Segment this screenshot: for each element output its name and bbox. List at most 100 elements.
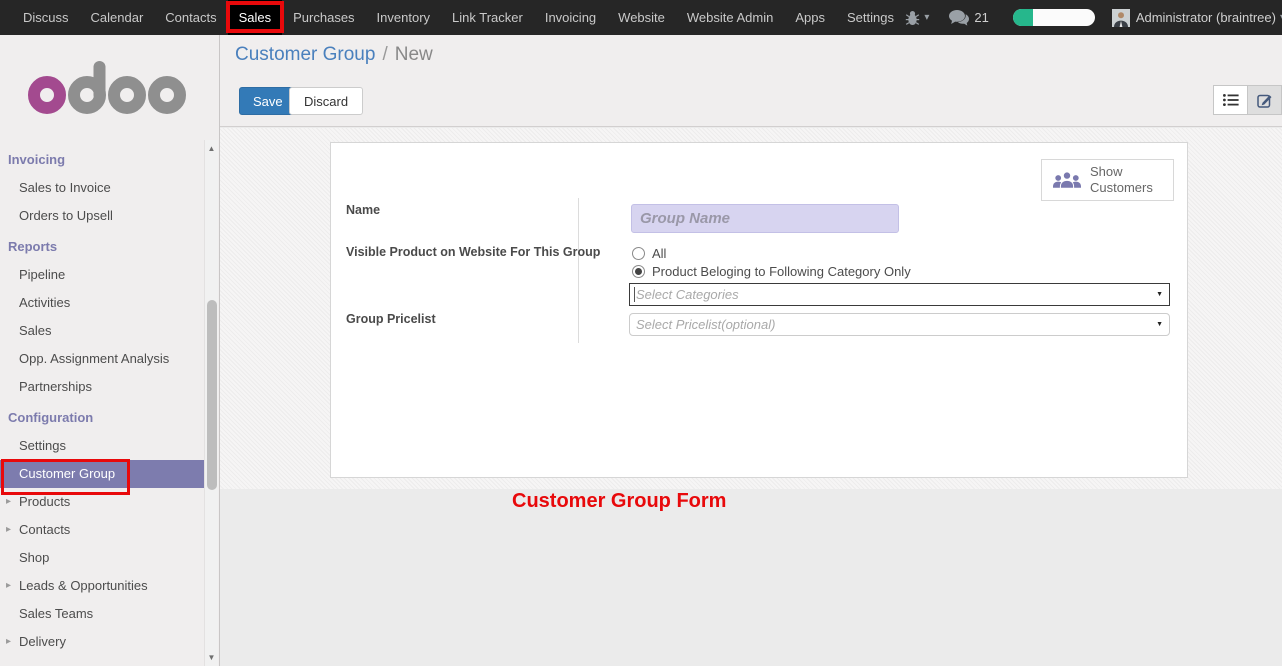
caret-right-icon: ▸ bbox=[6, 628, 11, 656]
radio-option-category[interactable]: Product Beloging to Following Category O… bbox=[632, 264, 911, 279]
sidebar-heading-configuration: Configuration bbox=[0, 404, 204, 432]
radio-category-label: Product Beloging to Following Category O… bbox=[652, 264, 911, 279]
sidebar-item-activities[interactable]: Activities bbox=[0, 289, 204, 317]
caret-right-icon: ▸ bbox=[6, 488, 11, 516]
control-panel: Customer Group / New Save Discard bbox=[220, 35, 1282, 127]
show-customers-label: Show Customers bbox=[1090, 164, 1160, 197]
sidebar-item-label: Products bbox=[19, 494, 70, 509]
sidebar-menu: InvoicingSales to Invoice Orders to Upsel… bbox=[0, 143, 204, 656]
nav-item-invoicing[interactable]: Invoicing bbox=[534, 0, 607, 35]
main-area: Customer Group / New Save Discard bbox=[220, 35, 1282, 666]
group-pricelist-label: Group Pricelist bbox=[346, 312, 436, 326]
breadcrumb: Customer Group / New bbox=[235, 44, 433, 66]
sidebar-item-label: Settings bbox=[19, 438, 66, 453]
progress-pill-fill bbox=[1013, 9, 1033, 26]
debug-bug-icon[interactable] bbox=[905, 10, 920, 26]
sidebar-item-partnerships[interactable]: Partnerships bbox=[0, 373, 204, 401]
form-view-background: Show Customers Name Visible Product on W… bbox=[220, 128, 1282, 489]
sidebar-item-orders-to-upsell[interactable]: Orders to Upsell bbox=[0, 202, 204, 230]
sidebar-item-sales[interactable]: Sales bbox=[0, 317, 204, 345]
sidebar-item-label: Contacts bbox=[19, 522, 70, 537]
list-view-icon bbox=[1223, 94, 1239, 106]
visible-product-label: Visible Product on Website For This Grou… bbox=[346, 245, 600, 259]
progress-pill[interactable] bbox=[1013, 9, 1095, 26]
breadcrumb-parent[interactable]: Customer Group bbox=[235, 44, 375, 65]
label-column-separator bbox=[578, 198, 579, 343]
sidebar-item-delivery[interactable]: ▸ Delivery bbox=[0, 628, 204, 656]
nav-item-settings[interactable]: Settings bbox=[836, 0, 905, 35]
scrollbar-thumb[interactable] bbox=[207, 300, 217, 490]
sidebar-item-shop[interactable]: Shop bbox=[0, 544, 204, 572]
scroll-down-arrow-icon[interactable]: ▼ bbox=[205, 653, 218, 662]
sidebar-item-label: Partnerships bbox=[19, 379, 92, 394]
list-view-button[interactable] bbox=[1213, 85, 1248, 115]
caret-down-icon[interactable]: ▾ bbox=[924, 12, 929, 23]
breadcrumb-current: New bbox=[395, 44, 433, 65]
save-button[interactable]: Save bbox=[239, 87, 297, 115]
outer-background: Customer Group Form bbox=[220, 489, 1282, 666]
caret-down-icon: ▼ bbox=[1156, 291, 1163, 298]
group-name-input[interactable] bbox=[631, 204, 899, 233]
odoo-logo bbox=[20, 57, 195, 132]
show-customers-button[interactable]: Show Customers bbox=[1041, 159, 1174, 201]
form-view-button[interactable] bbox=[1247, 85, 1282, 115]
radio-category-circle[interactable] bbox=[632, 265, 645, 278]
sidebar: InvoicingSales to Invoice Orders to Upsel… bbox=[0, 35, 220, 666]
avatar[interactable] bbox=[1112, 9, 1130, 27]
caret-right-icon: ▸ bbox=[6, 516, 11, 544]
discard-button[interactable]: Discard bbox=[289, 87, 363, 115]
chat-bubbles-icon bbox=[949, 10, 969, 26]
form-sheet: Show Customers Name Visible Product on W… bbox=[330, 142, 1188, 478]
select-pricelist-input[interactable]: Select Pricelist(optional) ▼ bbox=[629, 313, 1170, 336]
sidebar-item-sales-teams[interactable]: Sales Teams bbox=[0, 600, 204, 628]
messages-menu-button[interactable]: 21 bbox=[949, 10, 988, 26]
sidebar-item-label: Opp. Assignment Analysis bbox=[19, 351, 169, 366]
sidebar-item-customer-group[interactable]: Customer Group bbox=[0, 460, 204, 488]
nav-item-website-admin[interactable]: Website Admin bbox=[676, 0, 784, 35]
name-label: Name bbox=[346, 203, 380, 217]
nav-item-calendar[interactable]: Calendar bbox=[80, 0, 155, 35]
nav-item-inventory[interactable]: Inventory bbox=[366, 0, 441, 35]
nav-item-contacts[interactable]: Contacts bbox=[154, 0, 227, 35]
sidebar-item-label: Customer Group bbox=[19, 466, 115, 481]
radio-option-all[interactable]: All bbox=[632, 246, 666, 261]
caret-down-icon: ▼ bbox=[1156, 321, 1163, 328]
nav-item-link-tracker[interactable]: Link Tracker bbox=[441, 0, 534, 35]
sidebar-heading-reports: Reports bbox=[0, 233, 204, 261]
sidebar-item-label: Leads & Opportunities bbox=[19, 578, 148, 593]
sidebar-item-label: Pipeline bbox=[19, 267, 65, 282]
sidebar-item-sales-to-invoice[interactable]: Sales to Invoice bbox=[0, 174, 204, 202]
sidebar-heading-invoicing: Invoicing bbox=[0, 146, 204, 174]
sidebar-item-products[interactable]: ▸ Products bbox=[0, 488, 204, 516]
sidebar-item-leads-opportunities[interactable]: ▸ Leads & Opportunities bbox=[0, 572, 204, 600]
sidebar-item-contacts[interactable]: ▸ Contacts bbox=[0, 516, 204, 544]
nav-item-purchases[interactable]: Purchases bbox=[282, 0, 365, 35]
messages-count: 21 bbox=[974, 10, 988, 25]
scroll-up-arrow-icon[interactable]: ▲ bbox=[205, 144, 218, 153]
view-switcher bbox=[1213, 85, 1282, 115]
sidebar-item-label: Delivery bbox=[19, 634, 66, 649]
sidebar-item-label: Orders to Upsell bbox=[19, 208, 113, 223]
nav-item-sales[interactable]: Sales bbox=[228, 0, 283, 35]
sidebar-item-opp-assignment-analysis[interactable]: Opp. Assignment Analysis bbox=[0, 345, 204, 373]
sidebar-item-pipeline[interactable]: Pipeline bbox=[0, 261, 204, 289]
select-pricelist-placeholder: Select Pricelist(optional) bbox=[630, 317, 775, 332]
nav-item-website[interactable]: Website bbox=[607, 0, 676, 35]
sidebar-scrollbar[interactable]: ▲ ▼ bbox=[204, 140, 218, 666]
radio-all-circle[interactable] bbox=[632, 247, 645, 260]
select-categories-placeholder: Select Categories bbox=[630, 287, 739, 302]
caret-right-icon: ▸ bbox=[6, 572, 11, 600]
radio-all-label: All bbox=[652, 246, 666, 261]
nav-item-discuss[interactable]: Discuss bbox=[12, 0, 80, 35]
text-cursor bbox=[634, 287, 635, 302]
top-nav-items: DiscussCalendarContactsSalesPurchasesInv… bbox=[0, 0, 905, 35]
nav-item-apps[interactable]: Apps bbox=[784, 0, 836, 35]
user-menu-label[interactable]: Administrator (braintree) bbox=[1136, 10, 1276, 25]
sidebar-item-label: Activities bbox=[19, 295, 70, 310]
select-categories-input[interactable]: Select Categories ▼ bbox=[629, 283, 1170, 306]
edit-form-icon bbox=[1257, 93, 1273, 108]
sidebar-item-label: Sales bbox=[19, 323, 52, 338]
breadcrumb-separator: / bbox=[382, 44, 387, 65]
sidebar-item-settings[interactable]: Settings bbox=[0, 432, 204, 460]
annotation-caption: Customer Group Form bbox=[512, 490, 726, 513]
